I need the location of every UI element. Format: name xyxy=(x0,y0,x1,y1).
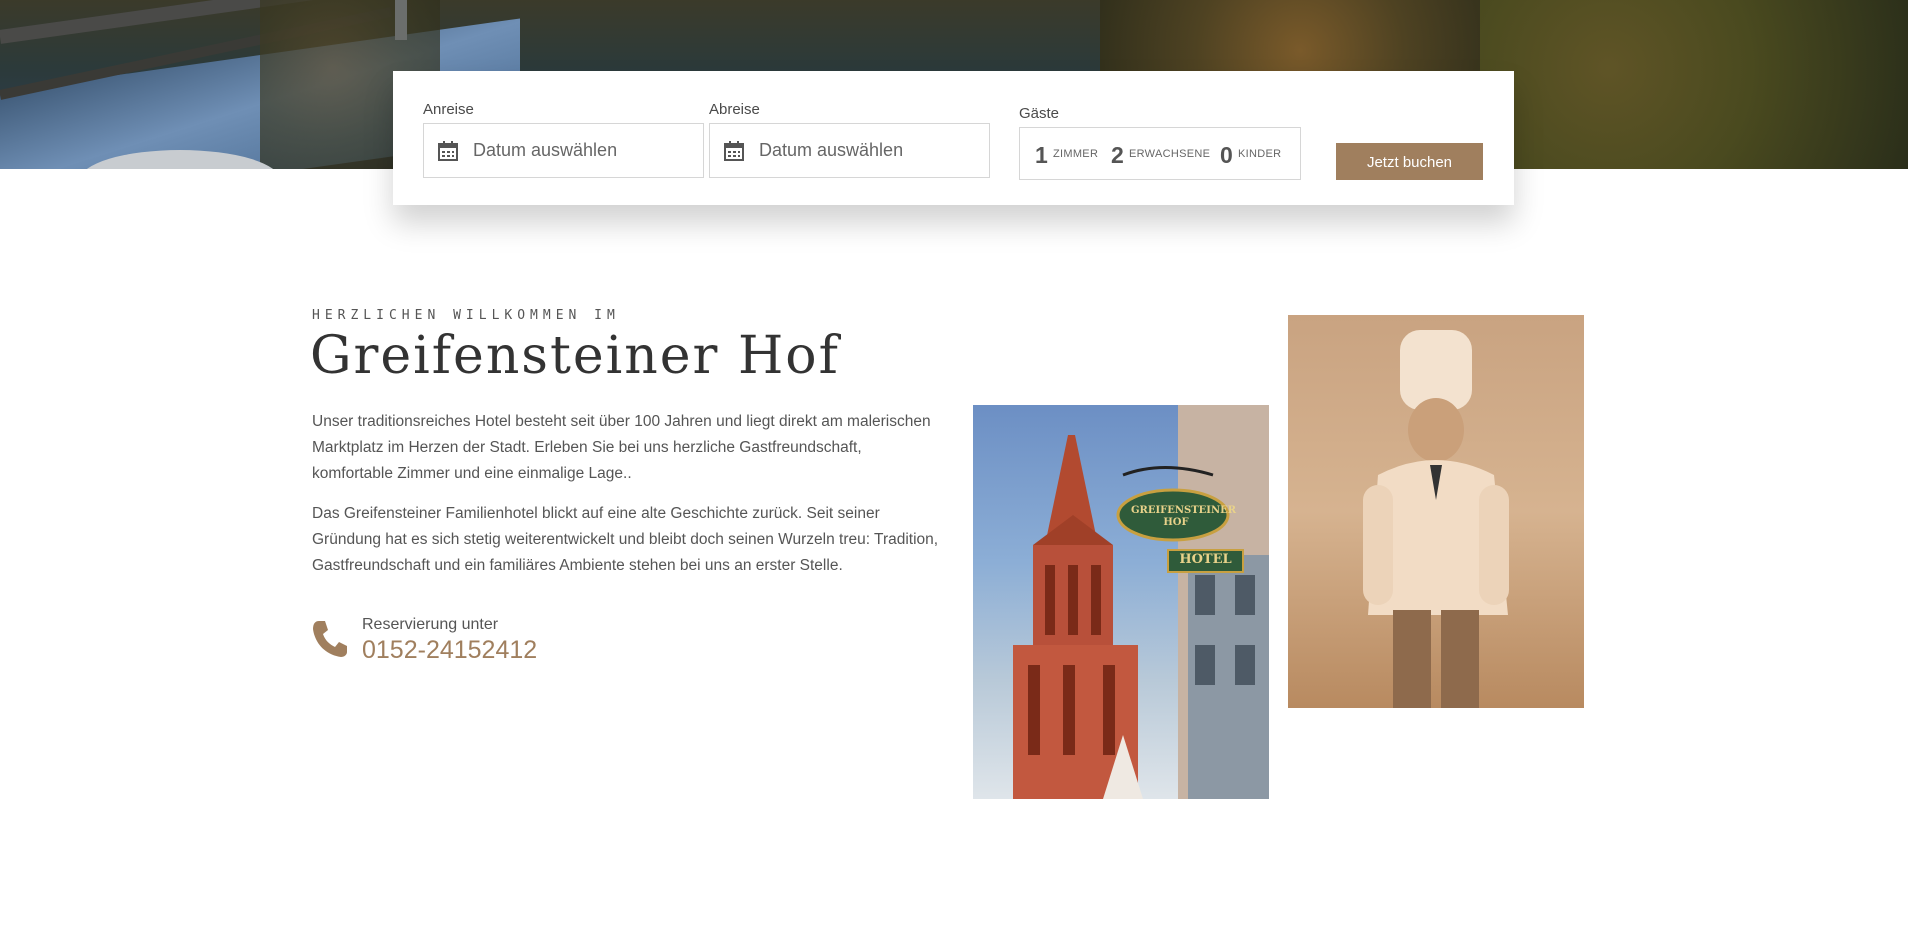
history-paragraph: Das Greifensteiner Familienhotel blickt … xyxy=(312,505,939,574)
calendar-icon xyxy=(724,141,744,161)
departure-date-field[interactable]: Datum auswählen xyxy=(709,123,990,178)
phone-icon xyxy=(313,621,347,657)
hotel-sign-label: HOTEL xyxy=(1179,552,1232,567)
guests-label: Gäste xyxy=(1019,105,1060,122)
book-now-button[interactable]: Jetzt buchen xyxy=(1336,143,1483,180)
children-label: KINDER xyxy=(1238,148,1282,160)
guests-selector[interactable]: 1 ZIMMER 2 ERWACHSENE 0 KINDER xyxy=(1019,127,1301,180)
adults-count: 2 xyxy=(1111,142,1124,168)
arrival-date-field[interactable]: Datum auswählen xyxy=(423,123,704,178)
booking-widget: Anreise Datum auswählen Abreise Datum au… xyxy=(393,71,1514,205)
hero-trees xyxy=(1480,0,1908,169)
hero-bridge-pillar xyxy=(395,0,407,40)
church-photo xyxy=(973,405,1269,799)
reservation-phone-link[interactable]: 0152-24152412 xyxy=(362,636,537,665)
intro-paragraph: Unser traditionsreiches Hotel besteht se… xyxy=(312,413,931,482)
departure-placeholder: Datum auswählen xyxy=(759,140,904,160)
departure-label: Abreise xyxy=(709,101,760,118)
rooms-count: 1 xyxy=(1035,142,1048,168)
hotel-sign-name: GREIFENSTEINER HOF xyxy=(1131,505,1237,528)
reservation-label: Reservierung unter xyxy=(362,616,499,633)
adults-label: ERWACHSENE xyxy=(1129,148,1211,160)
calendar-icon xyxy=(438,141,458,161)
rooms-label: ZIMMER xyxy=(1053,148,1099,160)
children-count: 0 xyxy=(1220,142,1233,168)
chef-photo xyxy=(1288,315,1584,708)
chef-illustration xyxy=(1363,330,1509,708)
church-illustration xyxy=(1013,405,1269,799)
arrival-placeholder: Datum auswählen xyxy=(473,140,618,160)
welcome-kicker: HERZLICHEN WILLKOMMEN IM xyxy=(312,308,620,323)
page-title: Greifensteiner Hof xyxy=(310,326,840,386)
arrival-label: Anreise xyxy=(423,101,474,118)
